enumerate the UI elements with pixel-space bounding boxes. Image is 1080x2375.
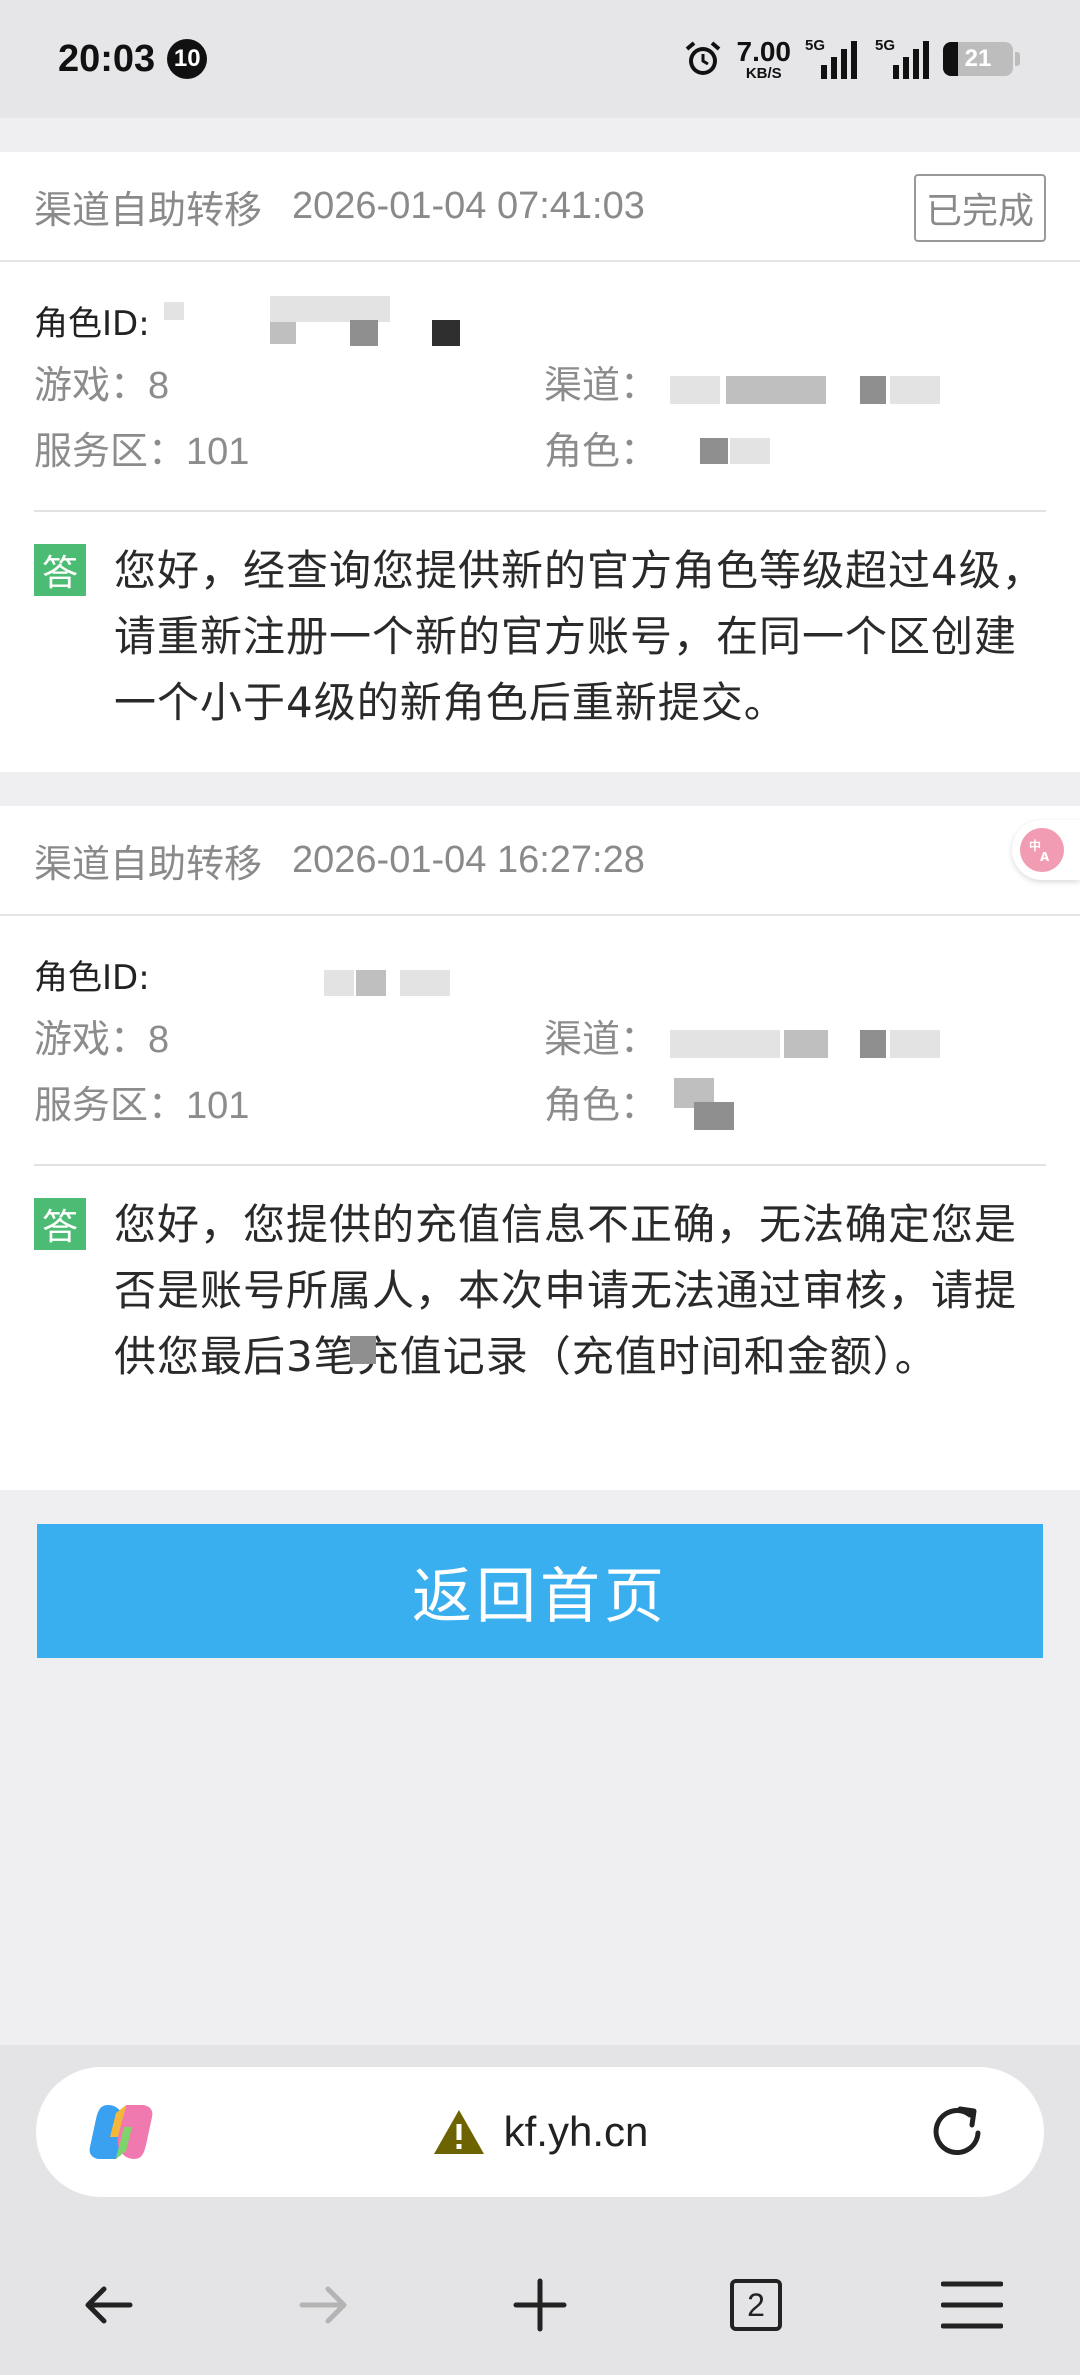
role-id-label: 角色ID:: [34, 304, 150, 344]
role-field: 角色：: [544, 1072, 1046, 1138]
answer-text: 您好，经查询您提供新的官方角色等级超过4级，请重新注册一个新的官方账号，在同一个…: [114, 546, 1045, 727]
record-time: 2026-01-04 07:41:03: [292, 184, 645, 227]
status-bar: 20:03 10 7.00 KB/S 5G 5G 21: [0, 0, 1080, 118]
answer-tag: 答: [34, 544, 86, 596]
redacted: [860, 376, 886, 404]
server-field: 服务区：101: [34, 429, 250, 473]
server-field: 服务区：101: [34, 1083, 250, 1127]
channel-field: 渠道：: [544, 1006, 1046, 1072]
url-text[interactable]: kf.yh.cn: [504, 2108, 649, 2156]
translate-float-button[interactable]: 中A: [1012, 820, 1080, 880]
reload-icon[interactable]: [922, 2097, 992, 2167]
new-tab-button[interactable]: [485, 2255, 595, 2355]
redacted: [670, 1030, 780, 1058]
status-time: 20:03: [58, 37, 156, 80]
role-id-label: 角色ID:: [34, 958, 150, 998]
game-field: 游戏：8: [34, 1017, 170, 1061]
notification-badge: 10: [167, 39, 208, 79]
menu-button[interactable]: [917, 2255, 1027, 2355]
redacted: [164, 302, 184, 320]
battery-icon: 21: [943, 42, 1013, 76]
role-id-row: 角色ID:: [34, 950, 1046, 1006]
redacted: [784, 1030, 828, 1058]
redacted: [356, 970, 386, 996]
redacted: [730, 438, 770, 464]
redacted: [350, 1336, 376, 1364]
record-header: 渠道自助转移 2026-01-04 16:27:28: [0, 806, 1080, 916]
channel-field: 渠道：: [544, 352, 1046, 418]
redacted: [694, 1102, 734, 1130]
back-icon: [85, 2286, 133, 2324]
redacted: [432, 320, 460, 346]
new-tab-icon: [513, 2278, 567, 2332]
record-card: 渠道自助转移 2026-01-04 07:41:03 已完成 角色ID: 游戏：…: [0, 152, 1080, 772]
tabs-icon: 2: [730, 2279, 782, 2331]
redacted: [324, 970, 354, 996]
tabs-button[interactable]: 2: [701, 2255, 811, 2355]
redacted: [400, 970, 450, 996]
game-field: 游戏：8: [34, 363, 170, 407]
redacted: [700, 438, 728, 464]
signal-icon: 5G: [871, 37, 929, 79]
record-type: 渠道自助转移: [34, 187, 263, 232]
record-info: 角色ID: 游戏：8 渠道： 服务区：101 角色：: [0, 916, 1080, 1138]
redacted: [350, 320, 378, 346]
back-to-home-button[interactable]: 返回首页: [37, 1524, 1043, 1658]
forward-button[interactable]: [269, 2255, 379, 2355]
alarm-icon: [685, 41, 720, 75]
redacted: [890, 1030, 940, 1058]
status-badge: 已完成: [913, 174, 1046, 242]
answer-block: 答 您好，经查询您提供新的官方角色等级超过4级，请重新注册一个新的官方账号，在同…: [0, 512, 1080, 776]
back-button[interactable]: [53, 2255, 163, 2355]
record-time: 2026-01-04 16:27:28: [292, 838, 645, 881]
role-field: 角色：: [544, 418, 1046, 484]
redacted: [270, 296, 390, 322]
redacted: [670, 376, 720, 404]
record-card: 渠道自助转移 2026-01-04 16:27:28 角色ID: 游戏：8 渠道…: [0, 806, 1080, 1490]
menu-icon: [941, 2281, 1003, 2329]
browser-bottom-bar: kf.yh.cn 2: [0, 2045, 1080, 2375]
warning-icon[interactable]: [432, 2108, 486, 2156]
signal-icon: 5G: [805, 37, 857, 79]
forward-icon: [299, 2286, 347, 2324]
redacted: [860, 1030, 886, 1058]
answer-tag: 答: [34, 1198, 86, 1250]
copilot-icon[interactable]: [86, 2097, 156, 2167]
record-type: 渠道自助转移: [34, 841, 263, 886]
svg-text:A: A: [1040, 850, 1050, 864]
record-info: 角色ID: 游戏：8 渠道： 服务区：101 角色：: [0, 262, 1080, 484]
role-id-row: 角色ID:: [34, 296, 1046, 352]
answer-text: 您好，您提供的充值信息不正确，无法确定您是否是账号所属人，本次申请无法通过审核，…: [114, 1200, 1018, 1381]
address-bar[interactable]: kf.yh.cn: [36, 2067, 1044, 2197]
translate-icon: 中A: [1020, 828, 1064, 872]
redacted: [890, 376, 940, 404]
net-speed: 7.00 KB/S: [736, 35, 792, 82]
answer-block: 答 您好，您提供的充值信息不正确，无法确定您是否是账号所属人，本次申请无法通过审…: [0, 1166, 1080, 1430]
redacted: [726, 376, 826, 404]
redacted: [270, 322, 296, 344]
